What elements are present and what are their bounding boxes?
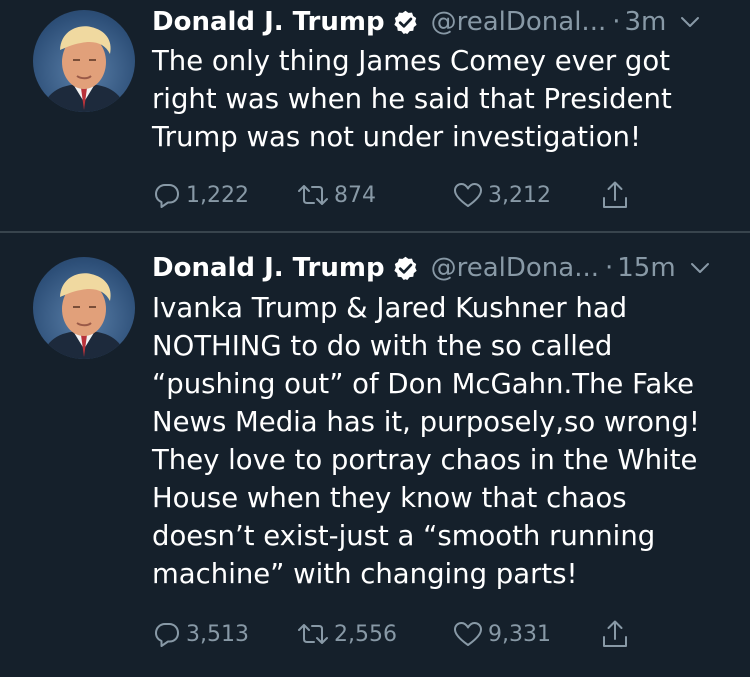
tweet-text-line: House when they know that chaos xyxy=(152,482,627,514)
author-name[interactable]: Donald J. Trump xyxy=(152,7,385,37)
avatar-portrait-icon xyxy=(41,273,127,359)
like-button[interactable]: 3,212 xyxy=(452,178,551,212)
verified-icon xyxy=(393,256,417,280)
retweet-count: 2,556 xyxy=(334,621,397,647)
author-handle[interactable]: @realDona... xyxy=(431,253,599,283)
avatar-portrait-icon xyxy=(41,26,127,112)
retweet-button[interactable]: 874 xyxy=(296,178,376,212)
tweet-text-line: machine” with changing parts! xyxy=(152,558,578,590)
like-count: 9,331 xyxy=(488,621,551,647)
tweet-actions: 3,513 2,556 9,331 xyxy=(152,617,712,651)
retweet-button[interactable]: 2,556 xyxy=(296,617,397,651)
reply-button[interactable]: 1,222 xyxy=(152,178,249,212)
tweet-text-line: They love to portray chaos in the White xyxy=(152,444,698,476)
tweet-text-line: Ivanka Trump & Jared Kushner had xyxy=(152,292,628,324)
share-icon xyxy=(603,181,627,208)
author-handle[interactable]: @realDonal... xyxy=(431,7,607,37)
tweet-text: The only thing James Comey ever got righ… xyxy=(152,42,742,156)
avatar[interactable] xyxy=(33,10,135,112)
tweet-text: Ivanka Trump & Jared Kushner had NOTHING… xyxy=(152,289,742,593)
tweet-text-line: The only thing James Comey ever got xyxy=(152,45,670,77)
reply-icon xyxy=(155,623,179,647)
tweet[interactable]: Donald J. Trump @realDona... · 15m Ivank… xyxy=(0,233,750,677)
tweet-text-line: Trump was not under investigation! xyxy=(152,121,641,153)
tweet-text-line: NOTHING to do with the so called xyxy=(152,330,613,362)
tweet-header: Donald J. Trump @realDona... · 15m xyxy=(152,248,750,288)
share-button[interactable] xyxy=(600,617,634,651)
like-icon xyxy=(454,622,482,646)
tweet-header: Donald J. Trump @realDonal... · 3m xyxy=(152,2,750,42)
timestamp[interactable]: 15m xyxy=(617,253,675,283)
share-button[interactable] xyxy=(600,178,634,212)
tweet-actions: 1,222 874 3,212 xyxy=(152,178,712,212)
avatar[interactable] xyxy=(33,257,135,359)
share-icon xyxy=(603,620,627,647)
timestamp[interactable]: 3m xyxy=(625,7,667,37)
like-button[interactable]: 9,331 xyxy=(452,617,551,651)
reply-icon xyxy=(155,184,179,208)
retweet-icon xyxy=(298,185,328,205)
reply-count: 1,222 xyxy=(186,182,249,208)
author-name[interactable]: Donald J. Trump xyxy=(152,253,385,283)
separator-dot: · xyxy=(605,253,614,283)
verified-icon xyxy=(393,10,417,34)
chevron-down-icon[interactable] xyxy=(680,15,700,29)
tweet[interactable]: Donald J. Trump @realDonal... · 3m The o… xyxy=(0,0,750,232)
reply-count: 3,513 xyxy=(186,621,249,647)
reply-button[interactable]: 3,513 xyxy=(152,617,249,651)
tweet-text-line: News Media has it, purposely,so wrong! xyxy=(152,406,700,438)
tweet-text-line: “pushing out” of Don McGahn.The Fake xyxy=(152,368,695,400)
chevron-down-icon[interactable] xyxy=(690,261,710,275)
like-icon xyxy=(454,183,482,207)
separator-dot: · xyxy=(612,7,621,37)
tweet-text-line: right was when he said that President xyxy=(152,83,672,115)
retweet-icon xyxy=(298,624,328,644)
tweet-text-line: doesn’t exist-just a “smooth running xyxy=(152,520,656,552)
retweet-count: 874 xyxy=(334,182,376,208)
like-count: 3,212 xyxy=(488,182,551,208)
